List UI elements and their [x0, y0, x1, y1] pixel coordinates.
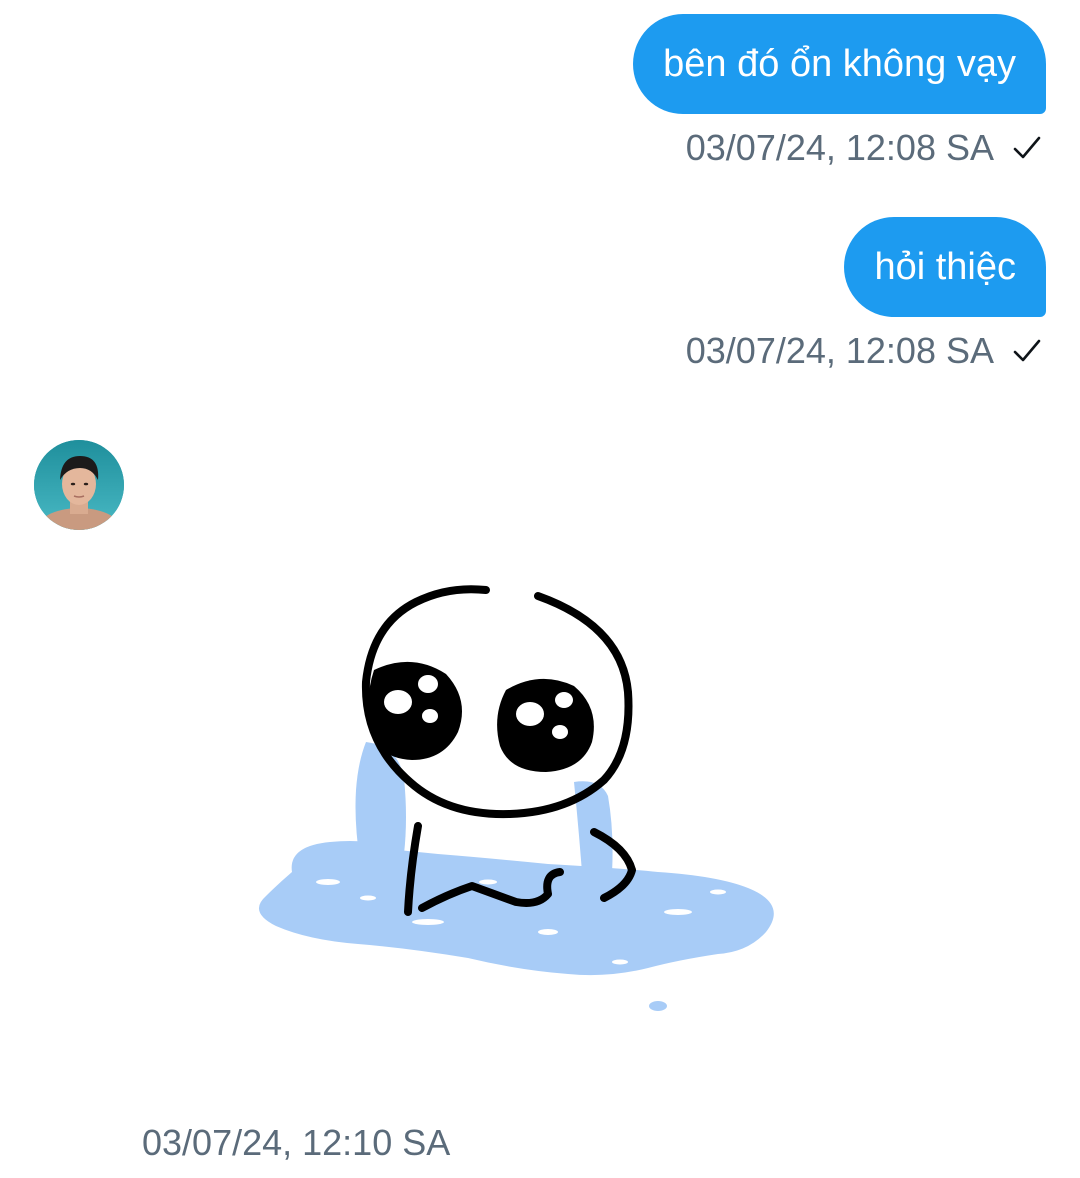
outgoing-message-bubble[interactable]: hỏi thiệc — [844, 217, 1046, 317]
message-timestamp: 03/07/24, 12:08 SA — [685, 330, 994, 371]
contact-avatar[interactable] — [34, 440, 124, 530]
message-meta: 03/07/24, 12:08 SA — [686, 126, 1042, 170]
checkmark-icon — [1013, 339, 1041, 362]
avatar-photo — [34, 440, 124, 530]
tear-puddle — [258, 742, 774, 1011]
blob-eyes — [368, 661, 594, 772]
message-timestamp: 03/07/24, 12:08 SA — [685, 127, 994, 168]
outgoing-message-bubble[interactable]: bên đó ổn không vạy — [633, 14, 1046, 114]
message-meta: 03/07/24, 12:08 SA — [686, 329, 1042, 373]
crying-blob-sticker[interactable] — [248, 582, 784, 1018]
checkmark-icon — [1013, 136, 1041, 159]
message-timestamp: 03/07/24, 12:10 SA — [142, 1122, 451, 1163]
